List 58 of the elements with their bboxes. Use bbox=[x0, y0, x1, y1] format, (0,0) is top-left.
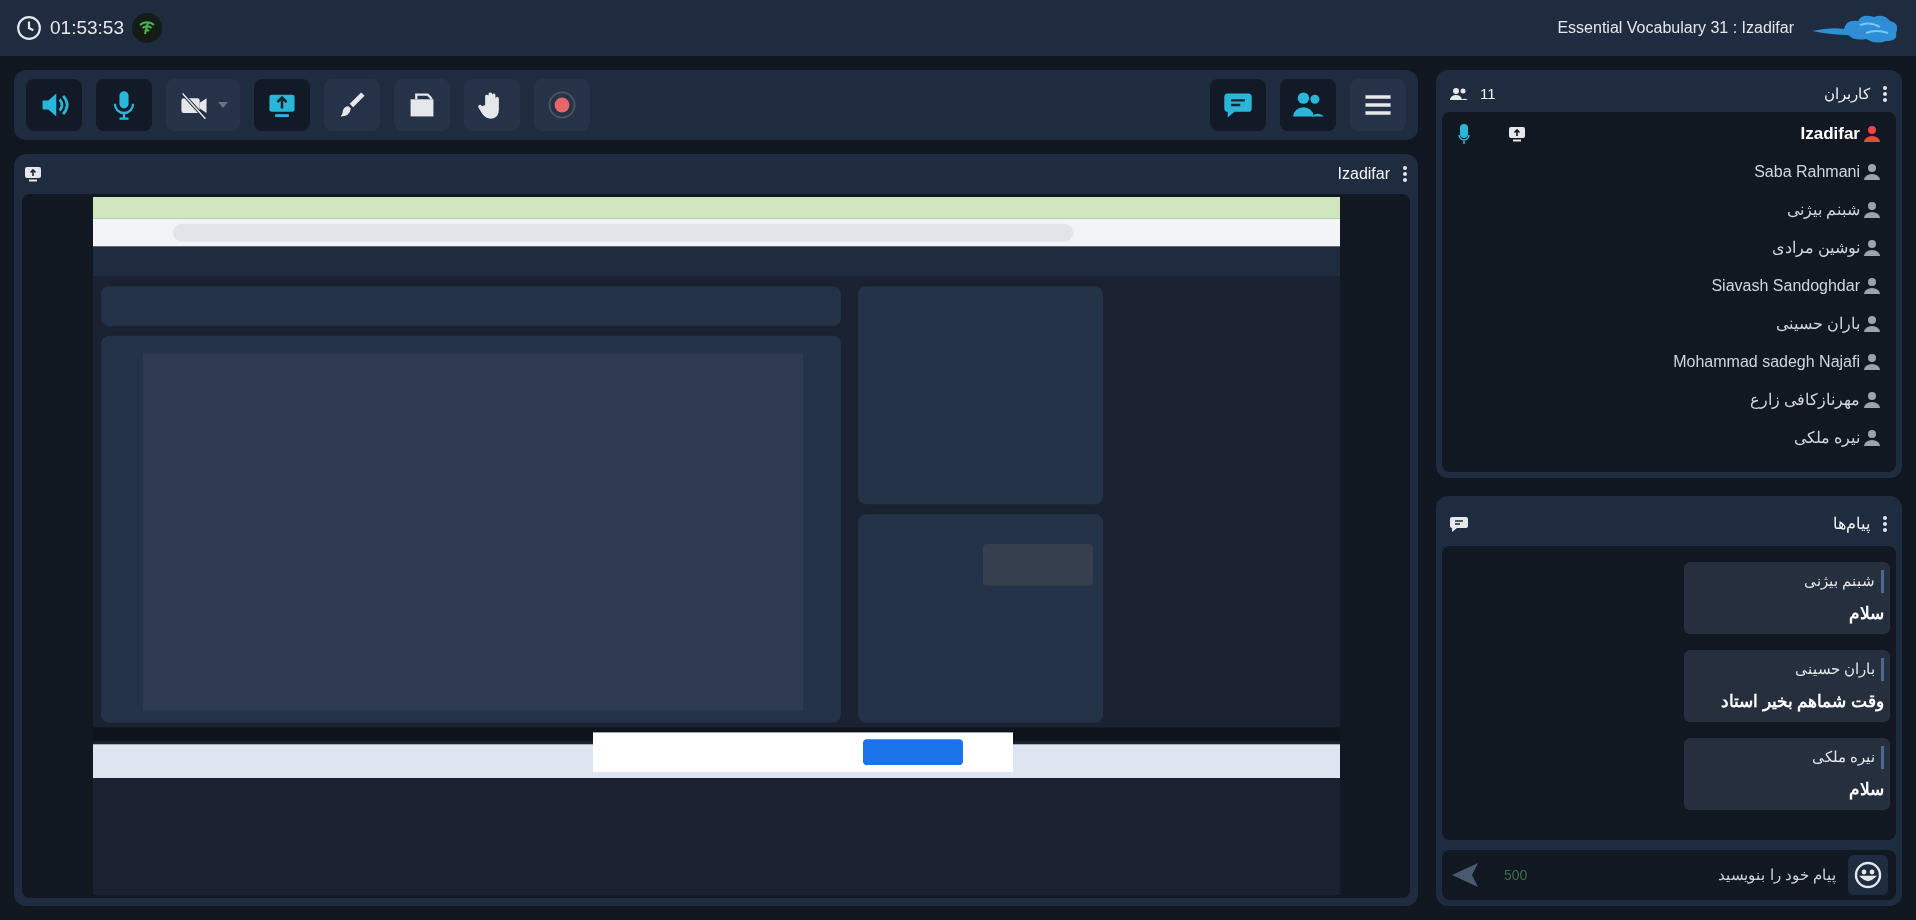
user-name[interactable]: شبنم بیژنی bbox=[1786, 198, 1860, 222]
person-icon bbox=[1862, 277, 1882, 295]
microphone-button[interactable] bbox=[96, 79, 152, 131]
caret-icon bbox=[218, 102, 228, 108]
camera-off-button[interactable] bbox=[166, 79, 240, 131]
message-text: وقت شماهم بخیر استاد bbox=[1720, 690, 1884, 714]
clock-icon bbox=[16, 15, 42, 41]
character-counter: 500 bbox=[1504, 865, 1528, 885]
user-name[interactable]: Mohammad sadegh Najafi bbox=[1673, 350, 1860, 374]
send-icon[interactable] bbox=[1450, 862, 1480, 888]
smiley-icon bbox=[1854, 861, 1882, 889]
record-icon bbox=[546, 89, 578, 121]
screen-share-icon bbox=[24, 166, 42, 182]
person-icon bbox=[1862, 125, 1882, 143]
presenter-name: Izadifar bbox=[1337, 164, 1390, 184]
users-button[interactable] bbox=[1280, 79, 1336, 131]
class-title: Essential Vocabulary 31 : Izadifar bbox=[1557, 18, 1794, 38]
speaker-button[interactable] bbox=[26, 79, 82, 131]
sender-name: شبنم بیژنی bbox=[1803, 570, 1884, 593]
person-icon bbox=[1862, 163, 1882, 181]
sender-name: باران حسینی bbox=[1794, 658, 1884, 681]
folder-button[interactable] bbox=[394, 79, 450, 131]
message-text: سلام bbox=[1849, 778, 1884, 802]
session-timer: 01:53:53 bbox=[50, 15, 124, 40]
user-name[interactable]: نیره ملکی bbox=[1793, 426, 1860, 450]
panel-title: پیام‌ها bbox=[1833, 514, 1870, 535]
chat-icon bbox=[1450, 516, 1468, 532]
sender-name: نیره ملکی bbox=[1811, 746, 1884, 769]
user-count: 11 bbox=[1480, 83, 1496, 104]
brush-button[interactable] bbox=[324, 79, 380, 131]
hand-button[interactable] bbox=[464, 79, 520, 131]
user-name[interactable]: Saba Rahmani bbox=[1754, 160, 1860, 184]
person-icon bbox=[1862, 239, 1882, 257]
signal-icon bbox=[131, 13, 162, 43]
screen-share-icon bbox=[1508, 126, 1526, 142]
person-icon bbox=[1862, 429, 1882, 447]
user-name[interactable]: مهرنازکافی زارع bbox=[1749, 388, 1860, 412]
users-icon bbox=[1450, 87, 1468, 101]
more-icon[interactable] bbox=[1402, 165, 1408, 183]
microphone-icon bbox=[1458, 124, 1470, 144]
user-name[interactable]: نوشین مرادی bbox=[1771, 236, 1860, 260]
emoji-button[interactable] bbox=[1848, 855, 1888, 895]
more-icon[interactable] bbox=[1882, 515, 1888, 533]
chat-button[interactable] bbox=[1210, 79, 1266, 131]
person-icon bbox=[1862, 201, 1882, 219]
message-input[interactable]: پیام خود را بنویسید bbox=[1616, 863, 1836, 887]
person-icon bbox=[1862, 315, 1882, 333]
person-icon bbox=[1862, 353, 1882, 371]
more-icon[interactable] bbox=[1882, 85, 1888, 103]
user-name[interactable]: باران حسینی bbox=[1775, 312, 1860, 336]
person-icon bbox=[1862, 391, 1882, 409]
user-name[interactable]: Siavash Sandoghdar bbox=[1711, 274, 1860, 298]
panel-title: کاربران bbox=[1824, 83, 1870, 105]
screen-share-button[interactable] bbox=[254, 79, 310, 131]
user-name[interactable]: Izadifar bbox=[1800, 121, 1860, 147]
record-button[interactable] bbox=[534, 79, 590, 131]
message-text: سلام bbox=[1849, 602, 1884, 626]
menu-button[interactable] bbox=[1350, 79, 1406, 131]
